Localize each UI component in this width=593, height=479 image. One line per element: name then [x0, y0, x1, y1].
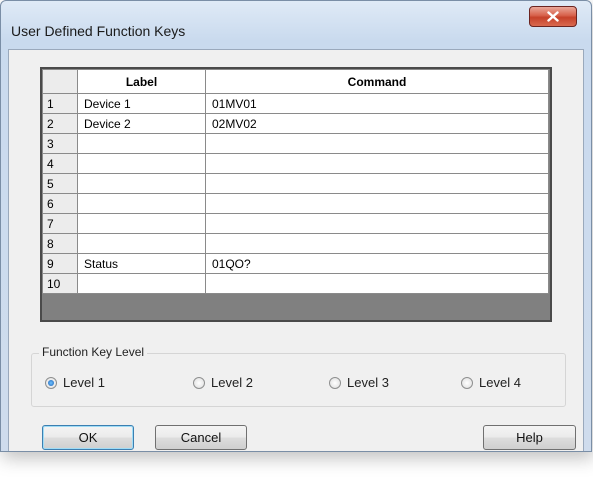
table-row: 5	[42, 173, 549, 194]
row-number: 4	[42, 153, 78, 174]
radio-level-2[interactable]: Level 2	[193, 375, 253, 390]
radio-label: Level 1	[63, 375, 105, 390]
label-cell[interactable]	[77, 233, 206, 254]
function-key-level-title: Function Key Level	[39, 345, 148, 359]
table-row: 3	[42, 133, 549, 154]
close-icon	[547, 11, 559, 22]
radio-label: Level 4	[479, 375, 521, 390]
command-cell[interactable]	[205, 273, 549, 294]
row-number: 1	[42, 93, 78, 114]
table-row: 9 Status 01QO?	[42, 253, 549, 274]
command-cell[interactable]: 01QO?	[205, 253, 549, 274]
radio-unchecked-icon	[193, 376, 205, 389]
table-header-row: Label Command	[42, 69, 549, 94]
help-button[interactable]: Help	[483, 425, 576, 450]
dialog-client-area: Label Command 1 Device 1 01MV01 2 Device…	[8, 49, 584, 451]
radio-label: Level 3	[347, 375, 389, 390]
label-cell[interactable]	[77, 193, 206, 214]
row-number: 3	[42, 133, 78, 154]
function-keys-grid: Label Command 1 Device 1 01MV01 2 Device…	[40, 67, 552, 322]
command-cell[interactable]	[205, 213, 549, 234]
radio-checked-icon	[45, 376, 57, 389]
command-cell[interactable]	[205, 133, 549, 154]
command-cell[interactable]	[205, 173, 549, 194]
command-cell[interactable]	[205, 193, 549, 214]
label-cell[interactable]: Status	[77, 253, 206, 274]
table-row: 1 Device 1 01MV01	[42, 93, 549, 114]
label-cell[interactable]	[77, 213, 206, 234]
radio-level-1[interactable]: Level 1	[45, 375, 105, 390]
close-button[interactable]	[529, 6, 577, 27]
row-number: 9	[42, 253, 78, 274]
row-number: 8	[42, 233, 78, 254]
table-row: 8	[42, 233, 549, 254]
table-row: 6	[42, 193, 549, 214]
row-number: 7	[42, 213, 78, 234]
command-cell[interactable]: 01MV01	[205, 93, 549, 114]
radio-label: Level 2	[211, 375, 253, 390]
radio-unchecked-icon	[461, 376, 473, 389]
table-row: 10	[42, 273, 549, 294]
header-command: Command	[205, 69, 549, 94]
label-cell[interactable]	[77, 153, 206, 174]
table-row: 2 Device 2 02MV02	[42, 113, 549, 134]
label-cell[interactable]	[77, 173, 206, 194]
window-title: User Defined Function Keys	[11, 23, 186, 39]
label-cell[interactable]: Device 1	[77, 93, 206, 114]
radio-level-4[interactable]: Level 4	[461, 375, 521, 390]
cancel-button[interactable]: Cancel	[155, 425, 247, 450]
function-keys-table: Label Command 1 Device 1 01MV01 2 Device…	[42, 69, 549, 294]
command-cell[interactable]: 02MV02	[205, 113, 549, 134]
table-row: 7	[42, 213, 549, 234]
ok-button[interactable]: OK	[42, 425, 134, 450]
radio-unchecked-icon	[329, 376, 341, 389]
dialog-window: User Defined Function Keys Label Command…	[0, 0, 592, 452]
row-number: 5	[42, 173, 78, 194]
label-cell[interactable]	[77, 133, 206, 154]
row-number: 6	[42, 193, 78, 214]
row-number: 2	[42, 113, 78, 134]
table-row: 4	[42, 153, 549, 174]
row-number: 10	[42, 273, 78, 294]
label-cell[interactable]	[77, 273, 206, 294]
command-cell[interactable]	[205, 233, 549, 254]
header-corner	[42, 69, 78, 94]
label-cell[interactable]: Device 2	[77, 113, 206, 134]
header-label: Label	[77, 69, 206, 94]
radio-level-3[interactable]: Level 3	[329, 375, 389, 390]
command-cell[interactable]	[205, 153, 549, 174]
